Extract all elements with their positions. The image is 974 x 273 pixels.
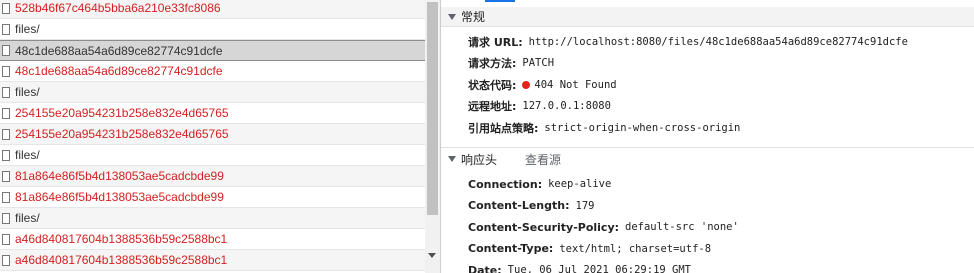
file-icon	[2, 23, 10, 35]
file-icon	[2, 254, 10, 266]
scrollbar-thumb[interactable]	[427, 2, 438, 215]
active-tab-indicator	[485, 0, 515, 2]
response-header-row: Content-Type: text/html; charset=utf-8	[468, 239, 711, 259]
request-row[interactable]: 81a864e86f5b4d138053ae5cadcbde99	[0, 166, 425, 187]
referrer-policy-label: 引用站点策略:	[468, 122, 539, 135]
file-icon	[2, 170, 10, 182]
request-method-row: 请求方法: PATCH	[468, 53, 554, 73]
request-name: a46d840817604b1388536b59c2588bc1	[15, 253, 228, 267]
view-source-link[interactable]: 查看源	[525, 149, 561, 169]
request-method-label: 请求方法:	[468, 57, 517, 70]
file-icon	[2, 45, 10, 56]
response-header-row: Connection: keep-alive	[468, 174, 611, 194]
request-name: files/	[15, 85, 40, 99]
request-name: files/	[15, 22, 40, 36]
request-list-scrollbar[interactable]	[425, 0, 440, 273]
request-row[interactable]: files/	[0, 19, 425, 40]
error-status-dot-icon	[522, 81, 531, 89]
request-name: 528b46f67c464b5bba6a210e33fc8086	[15, 1, 221, 15]
request-name: 254155e20a954231b258e832e4d65765	[15, 106, 229, 120]
request-row[interactable]: files/	[0, 208, 425, 229]
response-header-row: Content-Length: 179	[468, 196, 594, 216]
request-list: 528b46f67c464b5bba6a210e33fc8086 files/48…	[0, 0, 425, 273]
request-row[interactable]: a46d840817604b1388536b59c2588bc1	[0, 250, 425, 271]
response-header-key: Content-Type:	[468, 242, 554, 255]
file-icon	[2, 149, 10, 161]
expand-triangle-icon[interactable]	[448, 13, 456, 20]
request-row[interactable]: files/	[0, 145, 425, 166]
expand-triangle-icon[interactable]	[448, 156, 456, 162]
response-header-row: Date: Tue, 06 Jul 2021 06:29:19 GMT	[468, 260, 691, 273]
request-row[interactable]: 81a864e86f5b4d138053ae5cadcbde99	[0, 187, 425, 208]
file-icon	[2, 212, 10, 224]
response-header-key: Content-Length:	[468, 199, 570, 212]
request-row[interactable]: 528b46f67c464b5bba6a210e33fc8086	[0, 0, 425, 19]
referrer-policy-value: strict-origin-when-cross-origin	[544, 122, 741, 134]
request-url-value: http://localhost:8080/files/48c1de688aa5…	[528, 36, 908, 48]
section-separator	[441, 147, 974, 148]
request-row[interactable]: 48c1de688aa54a6d89ce82774c91dcfe	[0, 40, 425, 61]
file-icon	[2, 2, 10, 14]
status-code-row: 状态代码: 404 Not Found	[468, 75, 617, 95]
file-icon	[2, 65, 10, 77]
request-name: 254155e20a954231b258e832e4d65765	[15, 127, 229, 141]
response-header-key: Connection:	[468, 177, 543, 191]
referrer-policy-row: 引用站点策略: strict-origin-when-cross-origin	[468, 118, 740, 138]
response-header-value: 179	[575, 199, 595, 212]
request-name: 81a864e86f5b4d138053ae5cadcbde99	[15, 169, 224, 183]
request-name: 48c1de688aa54a6d89ce82774c91dcfe	[15, 64, 223, 78]
request-name: files/	[15, 211, 40, 225]
request-row[interactable]: files/	[0, 82, 425, 103]
response-headers-title: 响应头	[461, 152, 498, 167]
response-header-row: Content-Security-Policy: default-src 'non…	[468, 217, 739, 237]
request-row[interactable]: a46d840817604b1388536b59c2588bc1	[0, 229, 425, 250]
request-url-row: 请求 URL: http://localhost:8080/files/48c1…	[468, 32, 908, 52]
request-name: files/	[15, 148, 40, 162]
response-header-value: default-src 'none'	[625, 221, 739, 233]
headers-panel: 常规 请求 URL: http://localhost:8080/files/4…	[441, 0, 974, 273]
file-icon	[2, 107, 10, 119]
response-header-key: Date:	[468, 263, 502, 273]
request-row[interactable]: 254155e20a954231b258e832e4d65765	[0, 124, 425, 145]
request-row[interactable]: 48c1de688aa54a6d89ce82774c91dcfe	[0, 61, 425, 82]
remote-address-value: 127.0.0.1:8080	[522, 100, 611, 112]
status-code-value: 404 Not Found	[534, 79, 617, 91]
request-name: 48c1de688aa54a6d89ce82774c91dcfe	[15, 43, 223, 58]
response-header-value: text/html; charset=utf-8	[559, 242, 712, 255]
response-header-key: Content-Security-Policy:	[468, 220, 620, 234]
file-icon	[2, 86, 10, 98]
general-section-title: 常规	[461, 10, 486, 24]
file-icon	[2, 191, 10, 203]
request-url-label: 请求 URL:	[468, 36, 523, 49]
request-row[interactable]: 254155e20a954231b258e832e4d65765	[0, 103, 425, 124]
remote-address-label: 远程地址:	[468, 100, 517, 113]
file-icon	[2, 128, 10, 140]
request-method-value: PATCH	[522, 57, 555, 69]
status-code-label: 状态代码:	[468, 79, 517, 92]
general-section-header[interactable]: 常规	[441, 7, 974, 27]
response-header-value: keep-alive	[548, 178, 612, 190]
scroll-down-arrow-icon[interactable]	[428, 253, 436, 258]
request-name: 81a864e86f5b4d138053ae5cadcbde99	[15, 190, 224, 204]
response-headers-section-header[interactable]: 响应头 查看源	[441, 149, 974, 169]
request-name: a46d840817604b1388536b59c2588bc1	[15, 232, 228, 246]
file-icon	[2, 233, 10, 245]
remote-address-row: 远程地址: 127.0.0.1:8080	[468, 96, 611, 116]
response-header-value: Tue, 06 Jul 2021 06:29:19 GMT	[507, 264, 691, 273]
